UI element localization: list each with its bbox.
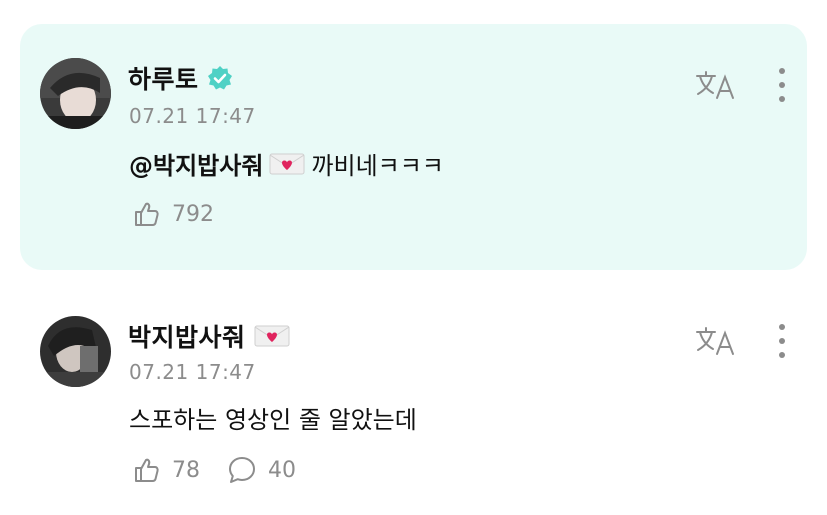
comment-body: 까비네ㅋㅋㅋ: [311, 152, 444, 180]
reply-count: 40: [268, 457, 296, 483]
timestamp: 07.21 17:47: [129, 104, 256, 128]
more-options-icon[interactable]: [777, 324, 787, 358]
comment-body: 스포하는 영상인 줄 알았는데: [129, 406, 417, 434]
like-icon: [130, 454, 162, 486]
reply-button[interactable]: 40: [226, 454, 296, 486]
translate-icon[interactable]: [695, 325, 737, 357]
reply-icon: [226, 454, 258, 486]
like-count: 792: [172, 201, 214, 227]
like-icon: [130, 198, 162, 230]
comment-text: @박지밥사줘 까비네ㅋㅋㅋ: [129, 146, 444, 181]
like-button[interactable]: 792: [130, 198, 214, 230]
comment-card: 박지밥사줘 07.21 17:47 스포하는 영상인 줄 알았는데 78 40: [20, 296, 807, 506]
love-letter-icon: [254, 324, 290, 348]
avatar[interactable]: [40, 58, 111, 129]
author-name[interactable]: 하루토: [128, 60, 199, 96]
verified-badge-icon: [207, 65, 233, 91]
like-count: 78: [172, 457, 200, 483]
author-name[interactable]: 박지밥사줘: [128, 318, 246, 354]
like-button[interactable]: 78: [130, 454, 200, 486]
timestamp: 07.21 17:47: [129, 360, 256, 384]
comment-text: 스포하는 영상인 줄 알았는데: [129, 400, 417, 435]
mention-link[interactable]: @박지밥사줘: [129, 146, 263, 181]
more-options-icon[interactable]: [777, 68, 787, 102]
love-letter-icon: [269, 152, 305, 176]
comment-card-highlighted: 하루토 07.21 17:47 @박지밥사줘 까비네ㅋㅋㅋ 792: [20, 24, 807, 270]
translate-icon[interactable]: [695, 69, 737, 101]
avatar[interactable]: [40, 316, 111, 387]
